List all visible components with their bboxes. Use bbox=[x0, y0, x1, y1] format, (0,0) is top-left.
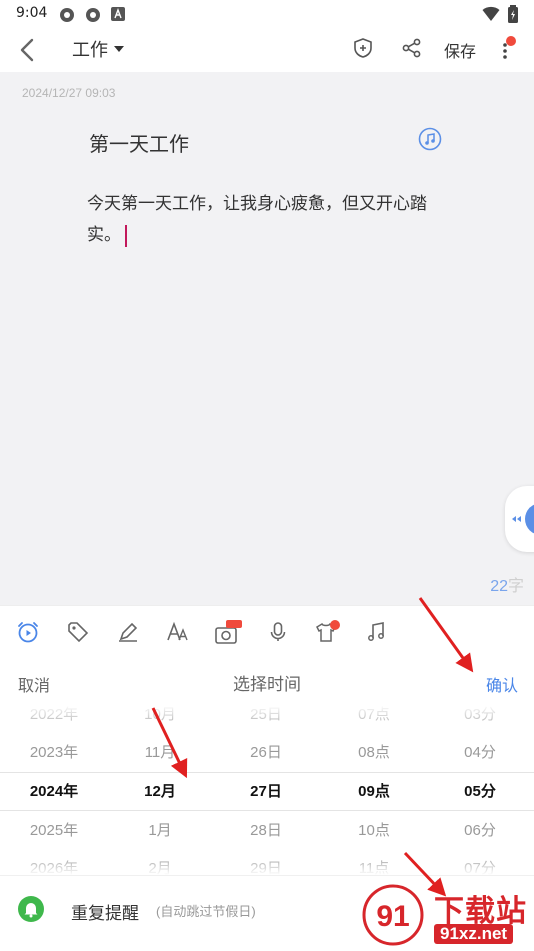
note-title[interactable]: 第一天工作 bbox=[89, 128, 189, 157]
camera-ocr-icon bbox=[215, 620, 242, 644]
music-attachment-button[interactable] bbox=[418, 127, 442, 151]
microphone-icon bbox=[270, 622, 286, 641]
app-a-icon bbox=[111, 7, 125, 21]
bell-icon bbox=[18, 896, 44, 922]
floating-side-tab[interactable] bbox=[505, 486, 534, 552]
text-caret bbox=[125, 224, 127, 247]
tag-icon bbox=[68, 622, 89, 643]
add-tag-button[interactable] bbox=[351, 36, 375, 60]
music-circle-icon bbox=[418, 127, 442, 151]
year-option[interactable]: 2023年 bbox=[4, 743, 104, 763]
hour-option[interactable]: 10点 bbox=[324, 821, 424, 841]
month-option[interactable]: 1月 bbox=[110, 821, 210, 841]
selection-line-bottom bbox=[0, 810, 534, 811]
status-time: 9:04 bbox=[16, 5, 48, 21]
day-option[interactable]: 27日 bbox=[216, 782, 316, 802]
status-bar: 9:04 bbox=[0, 0, 534, 28]
caret-down-icon bbox=[114, 46, 124, 52]
share-button[interactable] bbox=[400, 36, 424, 60]
app-notification-icon bbox=[86, 8, 100, 22]
status-system-icons bbox=[482, 5, 518, 23]
note-body[interactable]: 今天第一天工作，让我身心疲惫，但又开心踏实。 bbox=[87, 188, 457, 250]
wifi-icon bbox=[482, 6, 500, 21]
top-bar: 工作 保存 bbox=[0, 28, 534, 72]
folder-selector[interactable]: 工作 bbox=[72, 36, 124, 62]
day-option[interactable]: 28日 bbox=[216, 821, 316, 841]
year-option[interactable]: 2024年 bbox=[4, 782, 104, 802]
confirm-button[interactable]: 确认 bbox=[486, 672, 518, 696]
reminder-tool-button[interactable] bbox=[16, 620, 40, 644]
day-option[interactable]: 26日 bbox=[216, 743, 316, 763]
minute-option[interactable]: 05分 bbox=[430, 782, 530, 802]
year-option[interactable]: 2025年 bbox=[4, 821, 104, 841]
watermark-logo-icon: 91 bbox=[362, 884, 424, 946]
status-notification-icons bbox=[58, 6, 126, 24]
rewind-icon bbox=[512, 504, 534, 534]
word-count-number: 22 bbox=[490, 578, 508, 595]
alarm-icon bbox=[18, 622, 38, 643]
time-picker-wheels[interactable]: 2022年2023年2024年2025年2026年 10月11月12月1月2月 … bbox=[0, 705, 534, 875]
back-button[interactable] bbox=[14, 36, 42, 64]
share-icon bbox=[402, 38, 421, 58]
font-icon bbox=[167, 621, 188, 641]
app-notification-icon bbox=[60, 8, 74, 22]
month-option[interactable]: 12月 bbox=[110, 782, 210, 802]
minute-option[interactable]: 06分 bbox=[430, 821, 530, 841]
month-option[interactable]: 11月 bbox=[110, 743, 210, 763]
save-button[interactable]: 保存 bbox=[444, 38, 476, 62]
watermark-url: 91xz.net bbox=[434, 924, 514, 944]
wheel-fade-bottom bbox=[0, 855, 534, 875]
repeat-reminder-sublabel: (自动跳过节假日) bbox=[156, 904, 256, 919]
note-editor[interactable]: 2024/12/27 09:03 第一天工作 今天第一天工作，让我身心疲惫，但又… bbox=[0, 72, 534, 605]
time-picker-title: 选择时间 bbox=[233, 675, 301, 694]
font-tool-button[interactable] bbox=[166, 620, 190, 644]
word-count-unit: 字 bbox=[507, 578, 524, 595]
folder-label: 工作 bbox=[72, 40, 108, 60]
handwriting-tool-button[interactable] bbox=[116, 620, 140, 644]
word-count: 22字 bbox=[490, 572, 524, 596]
svg-text:91: 91 bbox=[376, 900, 409, 933]
minute-option[interactable]: 04分 bbox=[430, 743, 530, 763]
note-date: 2024/12/27 09:03 bbox=[22, 86, 116, 100]
hour-option[interactable]: 09点 bbox=[324, 782, 424, 802]
time-picker-header: 取消 选择时间 确认 bbox=[0, 657, 534, 705]
music-tool-button[interactable] bbox=[364, 620, 388, 644]
music-icon bbox=[368, 622, 384, 641]
more-button[interactable] bbox=[496, 34, 518, 64]
battery-icon bbox=[508, 5, 518, 23]
theme-tool-button[interactable] bbox=[314, 620, 340, 644]
tag-tool-button[interactable] bbox=[66, 620, 90, 644]
repeat-reminder-label: 重复提醒 bbox=[71, 904, 139, 923]
watermark: 91 下载站 91xz.net bbox=[362, 882, 532, 948]
hour-option[interactable]: 08点 bbox=[324, 743, 424, 763]
shield-plus-icon bbox=[354, 38, 372, 58]
pen-icon bbox=[119, 622, 138, 642]
chevron-left-icon bbox=[20, 38, 34, 62]
voice-tool-button[interactable] bbox=[266, 620, 290, 644]
ocr-camera-tool-button[interactable] bbox=[214, 620, 242, 644]
selection-line-top bbox=[0, 772, 534, 773]
wheel-fade-top bbox=[0, 705, 534, 731]
more-vertical-icon bbox=[503, 36, 516, 59]
note-body-text: 今天第一天工作，让我身心疲惫，但又开心踏实。 bbox=[87, 194, 427, 244]
editor-toolbar bbox=[0, 605, 534, 658]
shirt-vip-icon bbox=[316, 620, 340, 642]
